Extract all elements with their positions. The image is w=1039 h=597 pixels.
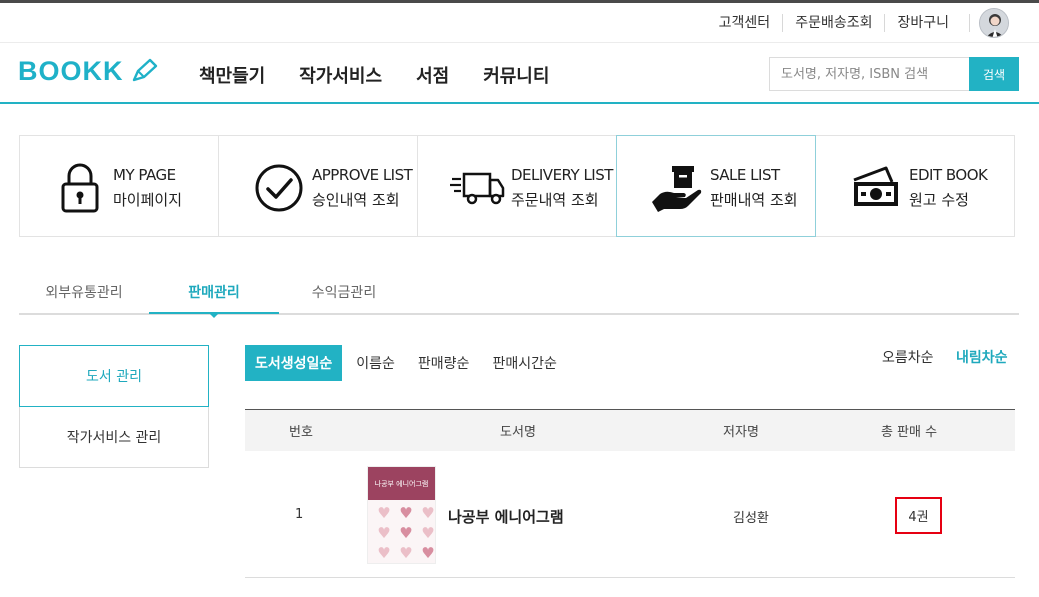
menu-box-ko: 원고 수정 <box>909 191 969 209</box>
heart-icon: ♥ <box>421 524 435 542</box>
tab-revenue-management[interactable]: 수익금관리 <box>279 282 409 302</box>
menu-box-en: APPROVE LIST <box>312 166 413 184</box>
column-header-number: 번호 <box>289 425 313 440</box>
heart-icon: ♥ <box>399 504 413 522</box>
nav-author-service[interactable]: 작가서비스 <box>299 62 382 88</box>
order-tracking-link[interactable]: 주문배송조회 <box>782 14 884 32</box>
heart-icon: ♥ <box>377 504 391 522</box>
lock-icon <box>61 163 99 213</box>
caret-down-icon <box>208 312 220 318</box>
menu-box-approve-list[interactable]: APPROVE LIST 승인내역 조회 <box>218 135 418 237</box>
menu-box-en: DELIVERY LIST <box>511 166 613 184</box>
total-sales-count: 4권 <box>895 497 942 534</box>
menu-box-text: MY PAGE 마이페이지 <box>113 166 182 210</box>
sales-table: 번호 도서명 저자명 총 판매 수 1 나공부 에니어그램 ♥ ♥ ♥ ♥ ♥ … <box>245 409 1015 578</box>
menu-box-text: APPROVE LIST 승인내역 조회 <box>312 166 413 210</box>
heart-icon: ♥ <box>421 504 435 522</box>
logo[interactable]: BOOKK <box>18 56 124 87</box>
divider <box>969 14 970 32</box>
menu-box-delivery-list[interactable]: DELIVERY LIST 주문내역 조회 <box>417 135 617 237</box>
menu-box-mypage[interactable]: MY PAGE 마이페이지 <box>19 135 219 237</box>
menu-box-en: SALE LIST <box>710 166 780 184</box>
check-icon-wrap <box>249 158 309 218</box>
heart-icon: ♥ <box>421 544 435 562</box>
utility-bar: 고객센터 주문배송조회 장바구니 <box>0 3 1039 43</box>
nav-bookstore[interactable]: 서점 <box>416 62 449 88</box>
menu-box-text: EDIT BOOK 원고 수정 <box>909 166 988 210</box>
menu-box-en: MY PAGE <box>113 166 176 184</box>
column-header-author: 저자명 <box>723 425 759 440</box>
delivery-truck-icon <box>450 172 505 205</box>
avatar[interactable] <box>979 8 1009 38</box>
sub-tabs: 외부유통관리 판매관리 수익금관리 <box>19 272 1019 318</box>
side-item-author-service-management[interactable]: 작가서비스 관리 <box>19 407 209 468</box>
menu-box-text: DELIVERY LIST 주문내역 조회 <box>511 166 613 210</box>
menu-box-ko: 승인내역 조회 <box>312 191 400 209</box>
check-circle-icon <box>255 164 303 212</box>
heart-icon: ♥ <box>399 524 413 542</box>
menu-box-ko: 주문내역 조회 <box>511 191 599 209</box>
book-cover-image[interactable]: 나공부 에니어그램 ♥ ♥ ♥ ♥ ♥ ♥ ♥ ♥ ♥ <box>367 466 436 564</box>
book-title[interactable]: 나공부 에니어그램 <box>448 506 564 527</box>
truck-icon-wrap <box>448 158 508 218</box>
main-header: BOOKK 책만들기 작가서비스 서점 커뮤니티 검색 <box>0 44 1039 104</box>
customer-center-link[interactable]: 고객센터 <box>707 14 783 32</box>
heart-icon: ♥ <box>377 524 391 542</box>
column-header-total-sales: 총 판매 수 <box>880 425 938 440</box>
cover-band: 나공부 에니어그램 <box>368 467 435 500</box>
money-icon <box>853 166 898 206</box>
sort-created-date[interactable]: 도서생성일순 <box>245 345 343 381</box>
sort-sales-time[interactable]: 판매시간순 <box>492 353 556 373</box>
sort-name[interactable]: 이름순 <box>356 353 395 373</box>
menu-box-en: EDIT BOOK <box>909 166 988 184</box>
menu-box-ko: 판매내역 조회 <box>710 191 798 209</box>
side-item-book-management[interactable]: 도서 관리 <box>19 345 209 407</box>
search-input[interactable] <box>769 57 969 91</box>
order-ascending[interactable]: 오름차순 <box>882 347 934 367</box>
search-button[interactable]: 검색 <box>969 57 1019 91</box>
lock-icon-wrap <box>50 158 110 218</box>
cover-hearts: ♥ ♥ ♥ ♥ ♥ ♥ ♥ ♥ ♥ <box>368 500 435 563</box>
hand-box-icon <box>652 166 702 212</box>
hand-box-icon-wrap <box>647 158 707 218</box>
menu-box-sale-list[interactable]: SALE LIST 판매내역 조회 <box>616 135 816 237</box>
menu-box-text: SALE LIST 판매내역 조회 <box>710 166 798 210</box>
table-row: 1 나공부 에니어그램 ♥ ♥ ♥ ♥ ♥ ♥ ♥ ♥ ♥ 나공부 에니어그램 … <box>245 451 1015 578</box>
sort-options: 도서생성일순 이름순 판매량순 판매시간순 <box>245 345 580 381</box>
user-avatar-icon <box>980 9 1008 37</box>
cart-link[interactable]: 장바구니 <box>884 14 961 32</box>
order-descending[interactable]: 내림차순 <box>956 347 1008 367</box>
tab-external-distribution[interactable]: 외부유통관리 <box>19 282 149 302</box>
book-author: 김성환 <box>733 511 769 526</box>
row-number: 1 <box>295 507 304 522</box>
heart-icon: ♥ <box>399 544 413 562</box>
global-nav: 책만들기 작가서비스 서점 커뮤니티 <box>199 62 583 88</box>
search-bar: 검색 <box>769 57 1019 91</box>
nav-community[interactable]: 커뮤니티 <box>483 62 549 88</box>
pencil-icon <box>132 58 158 82</box>
utility-links: 고객센터 주문배송조회 장바구니 <box>707 14 961 32</box>
tab-sales-management[interactable]: 판매관리 <box>149 282 279 302</box>
menu-box-ko: 마이페이지 <box>113 191 183 209</box>
sort-sales-volume[interactable]: 판매량순 <box>418 353 470 373</box>
table-header: 번호 도서명 저자명 총 판매 수 <box>245 409 1015 451</box>
cover-title: 나공부 에니어그램 <box>374 479 429 488</box>
mypage-menu: MY PAGE 마이페이지 APPROVE LIST 승인내역 조회 DELIV… <box>19 135 1019 237</box>
side-nav: 도서 관리 작가서비스 관리 <box>19 345 209 468</box>
column-header-title: 도서명 <box>500 425 536 440</box>
menu-box-edit-book[interactable]: EDIT BOOK 원고 수정 <box>815 135 1015 237</box>
nav-make-book[interactable]: 책만들기 <box>199 62 265 88</box>
money-icon-wrap <box>846 158 906 218</box>
heart-icon: ♥ <box>377 544 391 562</box>
